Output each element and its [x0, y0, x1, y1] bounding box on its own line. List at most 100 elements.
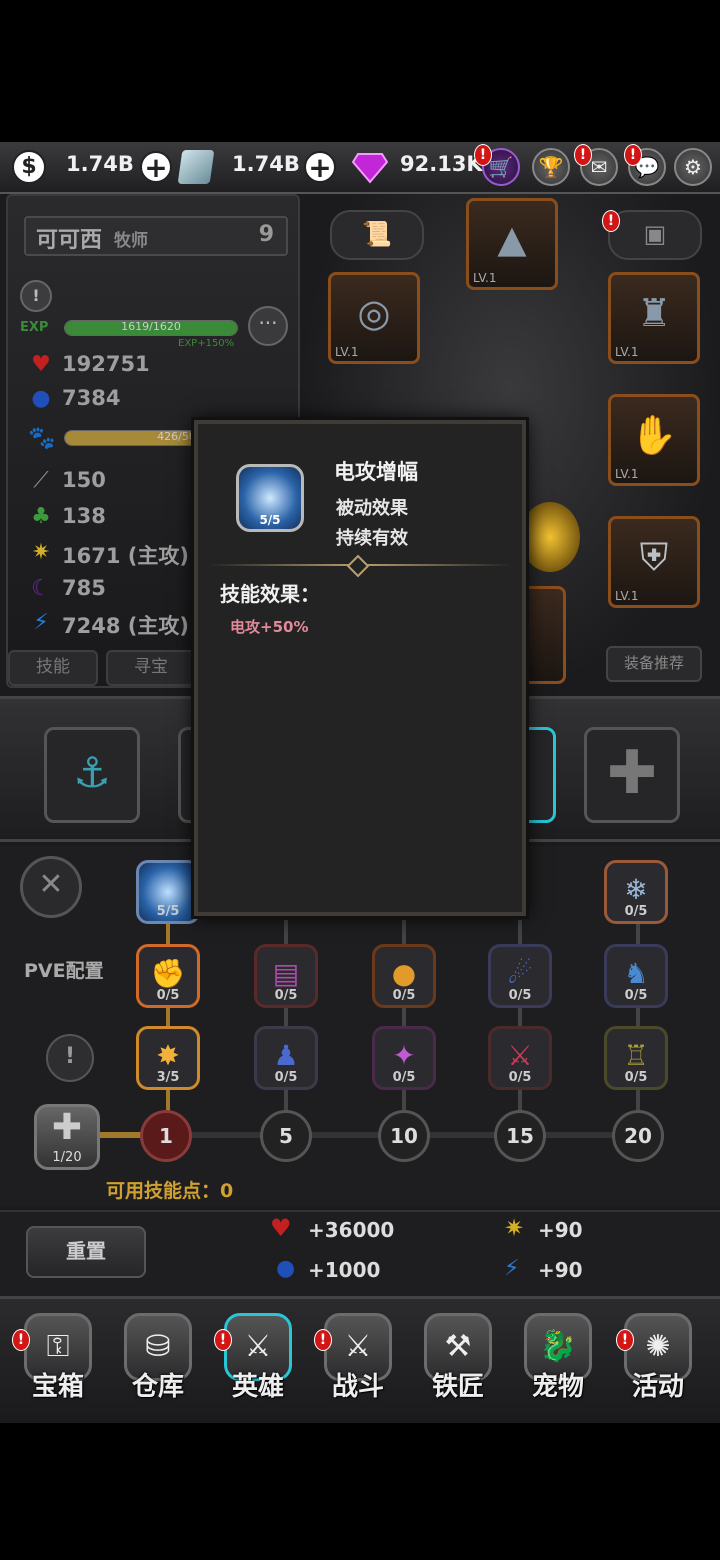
attack-value: 150: [62, 468, 106, 492]
level-marker: 20: [612, 1110, 664, 1162]
anchor-skill-icon: ⚓: [73, 748, 111, 797]
nav-pet[interactable]: 🐉 宠物: [518, 1313, 598, 1409]
stat-c-value: 7248 (主攻): [62, 614, 189, 638]
resource-bar: $ 1.74B + 1.74B + 92.13K 🛒 ! 🏆 ✉ ! 💬 ! ⚙: [0, 142, 720, 194]
skill-node-r3c2[interactable]: ♟ 0/5: [254, 1026, 318, 1090]
close-cross-icon[interactable]: ✕: [20, 856, 82, 918]
crystal-amount: 1.74B: [232, 152, 300, 176]
level-marker: 5: [260, 1110, 312, 1162]
skill-node-r3c4[interactable]: ⚔ 0/5: [488, 1026, 552, 1090]
skill-type: 被动效果: [336, 498, 408, 519]
nav-warehouse[interactable]: ⛁ 仓库: [118, 1313, 198, 1409]
equipment-recommend-button[interactable]: 装备推荐: [606, 646, 702, 682]
hero-name: 可可西: [36, 228, 103, 253]
stat-b-value: 785: [62, 576, 106, 600]
lightning-icon: ⚡: [33, 610, 49, 635]
wizard-hat-icon: ▲: [497, 217, 527, 261]
add-skill-slot[interactable]: ✚: [584, 727, 680, 823]
sun-icon: ✷: [31, 540, 51, 565]
robe-icon: ♜: [636, 291, 672, 335]
trophy-icon[interactable]: 🏆: [532, 148, 570, 186]
equip-slot-robe[interactable]: ♜ LV.1: [608, 272, 700, 364]
skill-level: 5/5: [259, 513, 281, 527]
skill-node-r2c3[interactable]: ● 0/5: [372, 944, 436, 1008]
shield-icon: ⛨: [639, 535, 669, 579]
skill-node-r3c5[interactable]: ♖ 0/5: [604, 1026, 668, 1090]
skill-node-lightning-boost[interactable]: 5/5: [136, 860, 200, 924]
nav-chest[interactable]: ⚿ 宝箱: [18, 1313, 98, 1409]
event-nav-alert: !: [616, 1329, 634, 1351]
nav-battle[interactable]: ⚔ 战斗: [318, 1313, 398, 1409]
effect-header: 技能效果：: [220, 582, 320, 606]
chat-alert-badge: !: [624, 144, 642, 166]
bonus-stat-a: +90: [538, 1218, 583, 1242]
chest-slot-icon[interactable]: ▣: [608, 210, 702, 260]
hooded-figure-icon: ♟: [273, 1039, 299, 1072]
water-drop-icon: ●: [276, 1256, 296, 1281]
equip-slot-necklace[interactable]: ◎ LV.1: [328, 272, 420, 364]
plus-icon: ✚: [51, 1107, 83, 1148]
leaf-icon: ♣: [31, 504, 51, 529]
info-icon[interactable]: !: [20, 280, 52, 312]
treasure-tab[interactable]: 寻宝: [106, 650, 196, 686]
divider-diamond: [346, 554, 370, 578]
skill-node-r3c3[interactable]: ✦ 0/5: [372, 1026, 436, 1090]
equip-slot-shield[interactable]: ⛨ LV.1: [608, 516, 700, 608]
hero-level: 9: [258, 222, 274, 247]
paw-icon: 🐾: [28, 426, 56, 451]
skill-detail-popup: 5/5 电攻增幅 被动效果 持续有效 技能效果： 电攻+50%: [194, 420, 526, 916]
battle-nav-alert: !: [314, 1329, 332, 1351]
lightning-boost-skill-icon: 5/5: [236, 464, 304, 532]
bottom-nav: ⚿ 宝箱 ! ⛁ 仓库 ⚔ 英雄 ! ⚔ 战斗 ! ⚒ 铁匠 🐉 宠物 ✺ 活动…: [0, 1296, 720, 1423]
skill-title: 电攻增幅: [334, 460, 418, 484]
add-skill-point-button[interactable]: ✚ 1/20: [34, 1104, 100, 1170]
mail-alert-badge: !: [574, 144, 592, 166]
skill-node-r2c1[interactable]: ✊ 0/5: [136, 944, 200, 1008]
frost-icon: ❄: [624, 873, 648, 906]
level-marker: 15: [494, 1110, 546, 1162]
sun-icon: ✷: [504, 1214, 525, 1242]
bonus-mp: +1000: [308, 1258, 381, 1282]
burst-icon: ✸: [156, 1039, 180, 1072]
nav-hero[interactable]: ⚔ 英雄: [218, 1313, 298, 1409]
skill-node-r2c4[interactable]: ☄ 0/5: [488, 944, 552, 1008]
exp-label: EXP: [20, 320, 49, 335]
mp-value: 7384: [62, 386, 121, 410]
skill-node-r1c5[interactable]: ❄ 0/5: [604, 860, 668, 924]
magic-glow-icon: ✦: [392, 1039, 416, 1072]
plus-icon: ✚: [606, 738, 658, 808]
bonus-stat-c: +90: [538, 1258, 583, 1282]
reset-button[interactable]: 重置: [26, 1226, 146, 1278]
water-drop-icon: ●: [31, 386, 51, 411]
add-gold-button[interactable]: +: [140, 151, 172, 183]
skill-node-r2c5[interactable]: ♞ 0/5: [604, 944, 668, 1008]
hint-icon[interactable]: !: [46, 1034, 94, 1082]
hero-name-box: 可可西 牧师 9: [24, 216, 288, 256]
blade-icon: ⚔: [507, 1039, 533, 1072]
gem-amount: 92.13K: [400, 152, 483, 176]
equip-slot-hat[interactable]: ▲ LV.1: [466, 198, 558, 290]
skill-points-label: 可用技能点：0: [106, 1180, 234, 1202]
scroll-slot-icon[interactable]: 📜: [330, 210, 424, 260]
warrior-icon: ♞: [623, 957, 649, 990]
nav-blacksmith[interactable]: ⚒ 铁匠: [418, 1313, 498, 1409]
add-crystal-button[interactable]: +: [304, 151, 336, 183]
golden-aura: [520, 502, 580, 572]
equip-slot-gloves[interactable]: ✋ LV.1: [608, 394, 700, 486]
exp-text: 1619/1620: [121, 320, 181, 333]
moon-icon: ☾: [31, 576, 51, 601]
skill-node-r2c2[interactable]: ▤ 0/5: [254, 944, 318, 1008]
orb-icon: ●: [391, 957, 417, 990]
more-options-icon[interactable]: ···: [248, 306, 288, 346]
fire-fist-icon: ✊: [150, 957, 186, 990]
gauntlet-icon: ✋: [630, 413, 678, 457]
skill-node-r3c1[interactable]: ✸ 3/5: [136, 1026, 200, 1090]
hp-value: 192751: [62, 352, 150, 376]
heart-icon: ♥: [31, 352, 51, 377]
hero-class: 牧师: [114, 231, 148, 251]
settings-gear-icon[interactable]: ⚙: [674, 148, 712, 186]
skill-tab[interactable]: 技能: [8, 650, 98, 686]
chest-nav-alert: !: [12, 1329, 30, 1351]
nav-event[interactable]: ✺ 活动: [618, 1313, 698, 1409]
skill-slot-1[interactable]: ⚓: [44, 727, 140, 823]
